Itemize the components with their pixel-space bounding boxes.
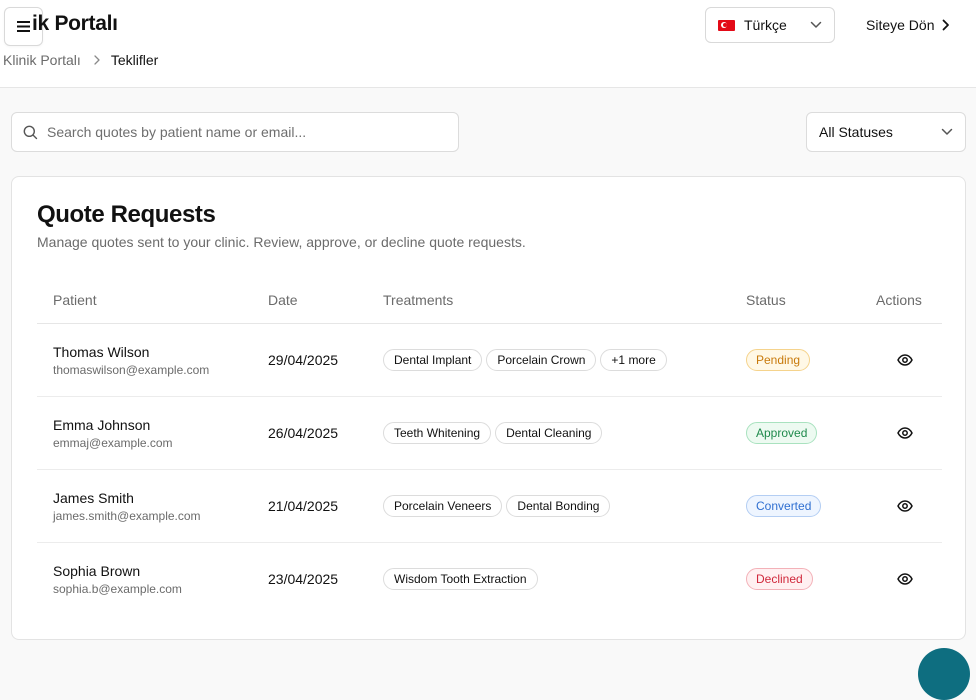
status-filter-select[interactable]: All Statuses bbox=[806, 112, 966, 152]
treatment-chip: Dental Cleaning bbox=[495, 422, 603, 444]
patient-cell: James Smith james.smith@example.com bbox=[53, 490, 201, 523]
status-cell: Approved bbox=[746, 422, 818, 444]
more-treatments-chip[interactable]: +1 more bbox=[600, 349, 667, 371]
status-badge: Converted bbox=[746, 495, 822, 517]
search-input[interactable] bbox=[47, 124, 437, 140]
search-box bbox=[11, 112, 459, 152]
treatments-list: Wisdom Tooth Extraction bbox=[383, 568, 538, 590]
table-header: Patient Date Treatments Status Actions bbox=[37, 277, 942, 324]
menu-icon bbox=[17, 21, 30, 32]
view-quote-button[interactable] bbox=[893, 421, 917, 445]
view-quote-button[interactable] bbox=[893, 494, 917, 518]
chevron-down-icon bbox=[810, 21, 822, 28]
eye-icon bbox=[897, 427, 913, 439]
status-badge: Pending bbox=[746, 349, 811, 371]
patient-email: sophia.b@example.com bbox=[53, 582, 182, 596]
quote-date: 26/04/2025 bbox=[268, 425, 339, 441]
chevron-down-icon bbox=[941, 128, 953, 135]
search-icon bbox=[23, 125, 38, 139]
treatment-chip: Porcelain Crown bbox=[486, 349, 597, 371]
treatment-chip: Dental Bonding bbox=[506, 495, 611, 517]
turkey-flag-icon bbox=[718, 19, 735, 31]
view-quote-button[interactable] bbox=[893, 567, 917, 591]
column-header-actions: Actions bbox=[876, 292, 922, 308]
patient-name: Sophia Brown bbox=[53, 563, 141, 579]
quotes-table: Patient Date Treatments Status Actions T… bbox=[37, 277, 942, 616]
card-title: Quote Requests bbox=[37, 201, 216, 228]
treatment-chip: Porcelain Veneers bbox=[383, 495, 503, 517]
status-badge: Declined bbox=[746, 568, 813, 590]
breadcrumb-root-link[interactable]: Klinik Portalı bbox=[3, 52, 81, 68]
table-row: James Smith james.smith@example.com 21/04/… bbox=[37, 470, 942, 543]
patient-email: james.smith@example.com bbox=[53, 509, 201, 523]
treatment-chip: Wisdom Tooth Extraction bbox=[383, 568, 538, 590]
patient-email: emmaj@example.com bbox=[53, 436, 173, 450]
table-row: Emma Johnson emmaj@example.com 26/04/2025 T… bbox=[37, 397, 942, 470]
back-to-site-link[interactable]: Siteye Dön bbox=[866, 14, 950, 36]
treatments-list: Porcelain Veneers Dental Bonding bbox=[383, 495, 611, 517]
eye-icon bbox=[897, 354, 913, 366]
column-header-patient: Patient bbox=[53, 292, 97, 308]
quote-date: 23/04/2025 bbox=[268, 571, 339, 587]
quote-date: 29/04/2025 bbox=[268, 352, 339, 368]
language-select[interactable]: Türkçe bbox=[705, 7, 835, 43]
language-label: Türkçe bbox=[744, 17, 787, 33]
status-cell: Converted bbox=[746, 495, 822, 517]
treatment-chip: Dental Implant bbox=[383, 349, 483, 371]
quote-requests-card: Quote Requests Manage quotes sent to you… bbox=[11, 176, 966, 640]
column-header-date: Date bbox=[268, 292, 298, 308]
patient-cell: Emma Johnson emmaj@example.com bbox=[53, 417, 173, 450]
view-quote-button[interactable] bbox=[893, 348, 917, 372]
back-to-site-label: Siteye Dön bbox=[866, 17, 935, 33]
chevron-right-icon bbox=[943, 19, 950, 31]
table-row: Thomas Wilson thomaswilson@example.com 29/… bbox=[37, 324, 942, 397]
top-bar: ik Portalı Türkçe Siteye Dön Klinik Port… bbox=[0, 0, 976, 88]
card-description: Manage quotes sent to your clinic. Revie… bbox=[37, 234, 526, 250]
patient-name: Thomas Wilson bbox=[53, 344, 150, 360]
patient-email: thomaswilson@example.com bbox=[53, 363, 210, 377]
eye-icon bbox=[897, 500, 913, 512]
status-cell: Declined bbox=[746, 568, 813, 590]
table-body: Thomas Wilson thomaswilson@example.com 29/… bbox=[37, 324, 942, 616]
column-header-treatments: Treatments bbox=[383, 292, 454, 308]
table-row: Sophia Brown sophia.b@example.com 23/04/20… bbox=[37, 543, 942, 616]
treatments-list: Teeth Whitening Dental Cleaning bbox=[383, 422, 603, 444]
breadcrumb: Klinik Portalı Teklifler bbox=[3, 52, 158, 68]
treatment-chip: Teeth Whitening bbox=[383, 422, 492, 444]
status-cell: Pending bbox=[746, 349, 811, 371]
chat-fab-button[interactable] bbox=[918, 648, 970, 700]
patient-name: Emma Johnson bbox=[53, 417, 151, 433]
patient-name: James Smith bbox=[53, 490, 134, 506]
quote-date: 21/04/2025 bbox=[268, 498, 339, 514]
breadcrumb-current: Teklifler bbox=[110, 52, 159, 68]
status-filter-label: All Statuses bbox=[819, 124, 893, 140]
patient-cell: Thomas Wilson thomaswilson@example.com bbox=[53, 344, 209, 377]
app-title: ik Portalı bbox=[32, 12, 118, 35]
breadcrumb-separator-icon bbox=[94, 55, 100, 65]
patient-cell: Sophia Brown sophia.b@example.com bbox=[53, 563, 182, 596]
status-badge: Approved bbox=[746, 422, 818, 444]
column-header-status: Status bbox=[746, 292, 786, 308]
treatments-list: Dental Implant Porcelain Crown +1 more bbox=[383, 349, 667, 371]
eye-icon bbox=[897, 573, 913, 585]
